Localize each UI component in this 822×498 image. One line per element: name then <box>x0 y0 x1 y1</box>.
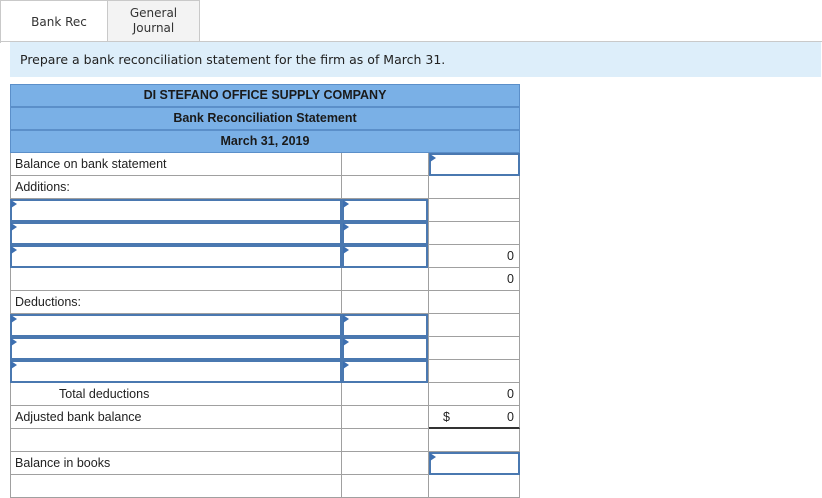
addition-desc-input[interactable] <box>10 222 342 245</box>
empty-cell <box>342 176 429 199</box>
balance-bank-cell <box>429 153 520 176</box>
deduction-amount-input[interactable] <box>342 314 428 337</box>
empty-cell <box>429 429 520 452</box>
empty-cell <box>10 268 342 291</box>
table-row: Deductions: <box>10 291 520 314</box>
tab-general-journal-label: General Journal <box>129 6 178 35</box>
empty-cell <box>429 475 520 498</box>
empty-cell <box>429 176 520 199</box>
deduction-desc-input[interactable] <box>10 360 342 383</box>
addition-amount-input[interactable] <box>342 199 428 222</box>
addition-amount-input[interactable] <box>342 222 428 245</box>
table-row: 0 <box>10 268 520 291</box>
empty-cell <box>342 153 429 176</box>
table-row <box>10 222 520 245</box>
addition-amount-input[interactable] <box>342 245 428 268</box>
table-row <box>10 199 520 222</box>
balance-books-input[interactable] <box>429 452 520 475</box>
addition-amount-cell <box>342 222 429 245</box>
addition-desc-input[interactable] <box>10 199 342 222</box>
deduction-desc-cell <box>10 314 342 337</box>
addition-desc-cell <box>10 222 342 245</box>
deduction-desc-input[interactable] <box>10 337 342 360</box>
tab-general-journal[interactable]: General Journal <box>107 0 200 42</box>
deduction-amount-cell <box>342 337 429 360</box>
table-row <box>10 429 520 452</box>
empty-cell <box>342 291 429 314</box>
empty-cell <box>342 268 429 291</box>
table-row: Additions: <box>10 176 520 199</box>
additions-subtotal: 0 <box>429 268 520 291</box>
table-row: Total deductions 0 <box>10 383 520 406</box>
deduction-amount-cell <box>342 360 429 383</box>
balance-bank-input[interactable] <box>429 153 520 176</box>
instruction-banner: Prepare a bank reconciliation statement … <box>10 42 821 77</box>
balance-bank-label: Balance on bank statement <box>10 153 342 176</box>
empty-cell <box>342 383 429 406</box>
deduction-desc-cell <box>10 360 342 383</box>
table-row: Balance on bank statement <box>10 153 520 176</box>
addition-amount-cell <box>342 199 429 222</box>
total-deductions-label: Total deductions <box>10 383 342 406</box>
table-row: 0 <box>10 245 520 268</box>
table-row: Balance in books <box>10 452 520 475</box>
addition-desc-cell <box>10 199 342 222</box>
deductions-label: Deductions: <box>10 291 342 314</box>
adjusted-bank-value: 0 <box>507 410 514 424</box>
empty-cell <box>429 222 520 245</box>
currency-symbol: $ <box>443 410 450 424</box>
table-row <box>10 475 520 498</box>
empty-cell <box>342 452 429 475</box>
deduction-amount-input[interactable] <box>342 337 428 360</box>
deduction-amount-cell <box>342 314 429 337</box>
table-row: Adjusted bank balance $ 0 <box>10 406 520 429</box>
empty-cell <box>429 337 520 360</box>
empty-cell <box>342 429 429 452</box>
empty-cell <box>429 291 520 314</box>
deduction-desc-input[interactable] <box>10 314 342 337</box>
total-deductions-value: 0 <box>429 383 520 406</box>
tab-bar: Bank Rec General Journal <box>0 0 822 43</box>
balance-books-cell <box>429 452 520 475</box>
empty-cell <box>429 199 520 222</box>
addition-amount-cell <box>342 245 429 268</box>
empty-cell <box>342 406 429 429</box>
adjusted-bank-cell: $ 0 <box>429 406 520 429</box>
company-name: DI STEFANO OFFICE SUPPLY COMPANY <box>10 84 520 107</box>
empty-cell <box>429 314 520 337</box>
addition-desc-input[interactable] <box>10 245 342 268</box>
addition-desc-cell <box>10 245 342 268</box>
table-row <box>10 360 520 383</box>
empty-cell <box>10 429 342 452</box>
deduction-desc-cell <box>10 337 342 360</box>
instruction-text: Prepare a bank reconciliation statement … <box>20 52 446 67</box>
balance-books-label: Balance in books <box>10 452 342 475</box>
empty-cell <box>342 475 429 498</box>
statement-date: March 31, 2019 <box>10 130 520 153</box>
tab-bank-rec[interactable]: Bank Rec <box>0 0 118 43</box>
deduction-amount-input[interactable] <box>342 360 428 383</box>
statement-title: Bank Reconciliation Statement <box>10 107 520 130</box>
table-row <box>10 337 520 360</box>
adjusted-bank-label: Adjusted bank balance <box>10 406 342 429</box>
table-row <box>10 314 520 337</box>
tab-bank-rec-label: Bank Rec <box>31 14 87 29</box>
empty-cell <box>429 360 520 383</box>
empty-cell <box>10 475 342 498</box>
additions-total: 0 <box>429 245 520 268</box>
additions-label: Additions: <box>10 176 342 199</box>
